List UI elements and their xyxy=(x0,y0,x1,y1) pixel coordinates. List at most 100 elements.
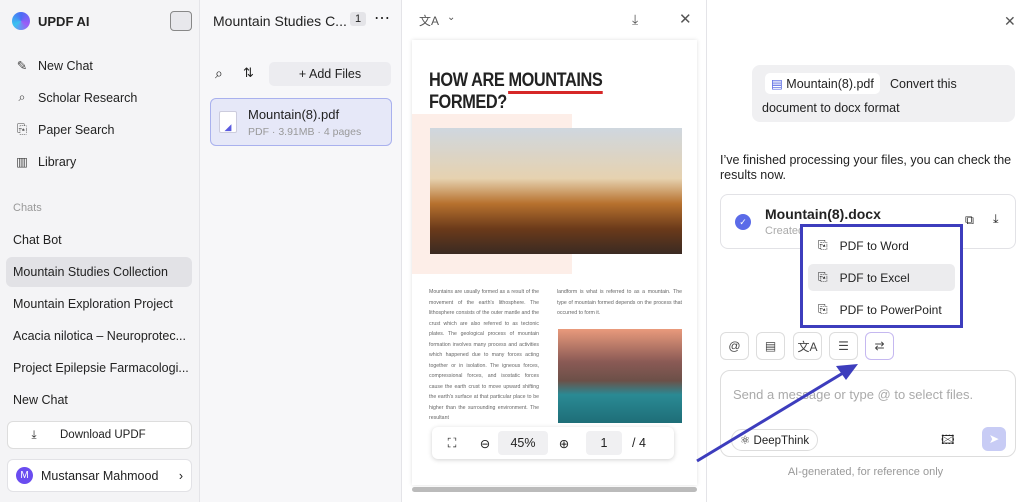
chevron-down-icon[interactable]: ⌄ xyxy=(447,12,455,23)
close-icon[interactable]: ✕ xyxy=(679,10,692,28)
page-number-input[interactable]: 1 xyxy=(586,431,622,455)
files-panel: Mountain Studies C... 1 ⋯ ⌕ ⇅ + Add File… xyxy=(200,0,402,502)
sidebar: UPDF AI ✎ New Chat ⌕ Scholar Research ⎘ Pap… xyxy=(0,0,200,502)
app-name: UPDF AI xyxy=(38,13,90,29)
convert-menu: ⎘ PDF to Word ⎘ PDF to Excel ⎘ PDF to Power… xyxy=(800,224,963,328)
search-icon[interactable]: ⌕ xyxy=(215,65,223,82)
download-icon: ⤓ xyxy=(31,428,37,441)
menu-label: PDF to PowerPoint xyxy=(839,302,942,317)
chat-item[interactable]: Project Epilepsie Farmacologi... xyxy=(6,353,192,383)
menu-item-pdf-to-excel[interactable]: ⎘ PDF to Excel xyxy=(808,264,955,291)
total-pages: / 4 xyxy=(632,436,646,450)
image-upload-icon[interactable]: 🖾 xyxy=(941,431,955,452)
menu-item-pdf-to-powerpoint[interactable]: ⎘ PDF to PowerPoint xyxy=(808,296,955,323)
message-input[interactable]: Send a message or type @ to select files… xyxy=(720,370,1016,457)
pdf-file-icon: ▤ xyxy=(771,77,787,91)
attached-file-name: Mountain(8).pdf xyxy=(786,77,874,91)
file-item[interactable]: ◢ Mountain(8).pdf PDF · 3.91MB · 4 pages xyxy=(210,98,392,146)
lake-image xyxy=(558,329,682,423)
plus-icon: + xyxy=(298,67,309,81)
user-name: Mustansar Mahmood xyxy=(41,468,159,483)
user-message: ▤ Mountain(8).pdf Convert this document … xyxy=(752,65,1015,122)
message-text: Convert this xyxy=(890,77,957,91)
download-icon[interactable]: ⤓ xyxy=(632,11,638,28)
zoom-in-icon[interactable]: ⊕ xyxy=(548,436,580,451)
attached-file-chip[interactable]: ▤ Mountain(8).pdf xyxy=(765,73,880,94)
add-files-label: Add Files xyxy=(308,67,362,81)
send-button[interactable]: ➤ xyxy=(982,427,1006,451)
note-icon: ▤ xyxy=(764,339,777,353)
pdf-file-icon: ◢ xyxy=(219,111,237,133)
avatar: M xyxy=(16,467,33,484)
translate-icon[interactable]: 文A xyxy=(419,12,439,29)
outline-button[interactable]: ☰ xyxy=(829,332,858,360)
assistant-reply: I’ve finished processing your files, you… xyxy=(720,153,1012,182)
sidebar-toggle-icon[interactable] xyxy=(170,11,192,31)
at-icon: @ xyxy=(728,339,741,353)
nav-label: Scholar Research xyxy=(38,90,138,105)
result-file-meta: Created xyxy=(765,225,805,237)
list-icon: ☰ xyxy=(838,339,849,353)
powerpoint-icon: ⎘ xyxy=(818,302,828,316)
file-count-badge: 1 xyxy=(350,12,367,26)
input-placeholder: Send a message or type @ to select files… xyxy=(733,387,974,402)
convert-button[interactable]: ⇄ xyxy=(865,332,894,360)
chevron-right-icon: › xyxy=(178,468,183,483)
chat-item[interactable]: Chat Bot xyxy=(6,225,192,255)
fit-page-icon[interactable]: ⛶ xyxy=(432,436,472,451)
text-column-right: landform is what is referred to as a mou… xyxy=(557,289,682,316)
add-files-button[interactable]: + Add Files xyxy=(269,62,391,86)
chat-panel: ✕ ▤ Mountain(8).pdf Convert this documen… xyxy=(707,0,1024,502)
library-icon: ▥ xyxy=(16,155,28,169)
chats-heading: Chats xyxy=(13,202,42,214)
menu-item-pdf-to-word[interactable]: ⎘ PDF to Word xyxy=(808,232,955,259)
updf-logo-icon xyxy=(12,12,30,30)
chat-item[interactable]: Acacia nilotica – Neuroprotec... xyxy=(6,321,192,351)
nav-scholar-research[interactable]: ⌕ Scholar Research xyxy=(14,90,137,105)
message-text: document to docx format xyxy=(762,101,900,115)
translate-button[interactable]: 文A xyxy=(793,332,822,360)
sort-icon[interactable]: ⇅ xyxy=(243,65,254,81)
nav-library[interactable]: ▥ Library xyxy=(14,154,77,170)
chat-item[interactable]: Mountain Exploration Project xyxy=(6,289,192,319)
nav-label: Library xyxy=(38,154,77,169)
nav-label: Paper Search xyxy=(38,122,115,137)
menu-label: PDF to Word xyxy=(839,238,909,253)
open-icon[interactable]: ⧉ xyxy=(965,213,974,228)
excel-icon: ⎘ xyxy=(818,270,828,284)
disclaimer: AI-generated, for reference only xyxy=(787,466,944,478)
download-updf-button[interactable]: ⤓ Download UPDF xyxy=(7,421,192,449)
nav-paper-search[interactable]: ⎘ Paper Search xyxy=(14,122,114,137)
zoom-level[interactable]: 45% xyxy=(498,431,548,455)
translate-icon: 文A xyxy=(797,339,818,354)
pdf-page: HOW ARE MOUNTAINS FORMED? Mountains are … xyxy=(412,40,697,485)
viewer-toolbar: ⛶ ⊖ 45% ⊕ 1 / 4 xyxy=(432,427,674,459)
nav-label: New Chat xyxy=(38,58,93,73)
chat-item[interactable]: New Chat xyxy=(6,385,192,415)
deepthink-label: DeepThink xyxy=(753,435,810,447)
deepthink-toggle[interactable]: ⚛ DeepThink xyxy=(731,429,819,451)
close-icon[interactable]: ✕ xyxy=(1004,13,1016,30)
mention-button[interactable]: @ xyxy=(720,332,749,360)
atom-icon: ⚛ xyxy=(740,435,754,447)
telescope-icon: ⌕ xyxy=(18,90,26,104)
summarize-button[interactable]: ▤ xyxy=(756,332,785,360)
result-file-name: Mountain(8).docx xyxy=(765,206,881,222)
file-meta: PDF · 3.91MB · 4 pages xyxy=(248,126,362,138)
app-logo: UPDF AI xyxy=(12,12,90,30)
user-profile[interactable]: M Mustansar Mahmood › xyxy=(7,459,192,492)
chat-item-active[interactable]: Mountain Studies Collection xyxy=(6,257,192,287)
file-name: Mountain(8).pdf xyxy=(248,107,340,122)
download-label: Download UPDF xyxy=(60,429,146,441)
collection-title: Mountain Studies C... xyxy=(213,13,347,29)
nav-new-chat[interactable]: ✎ New Chat xyxy=(14,58,93,74)
more-icon[interactable]: ⋯ xyxy=(374,8,390,28)
download-icon[interactable]: ⤓ xyxy=(993,212,999,227)
edit-icon: ✎ xyxy=(16,59,28,73)
search-doc-icon: ⎘ xyxy=(16,122,27,136)
horizontal-scrollbar[interactable] xyxy=(412,487,697,492)
menu-label: PDF to Excel xyxy=(839,270,910,285)
zoom-out-icon[interactable]: ⊖ xyxy=(472,436,498,451)
pdf-viewer: 文A ⌄ ⤓ ✕ HOW ARE MOUNTAINS FORMED? Mount… xyxy=(402,0,707,502)
page-heading: HOW ARE MOUNTAINS FORMED? xyxy=(429,70,603,113)
